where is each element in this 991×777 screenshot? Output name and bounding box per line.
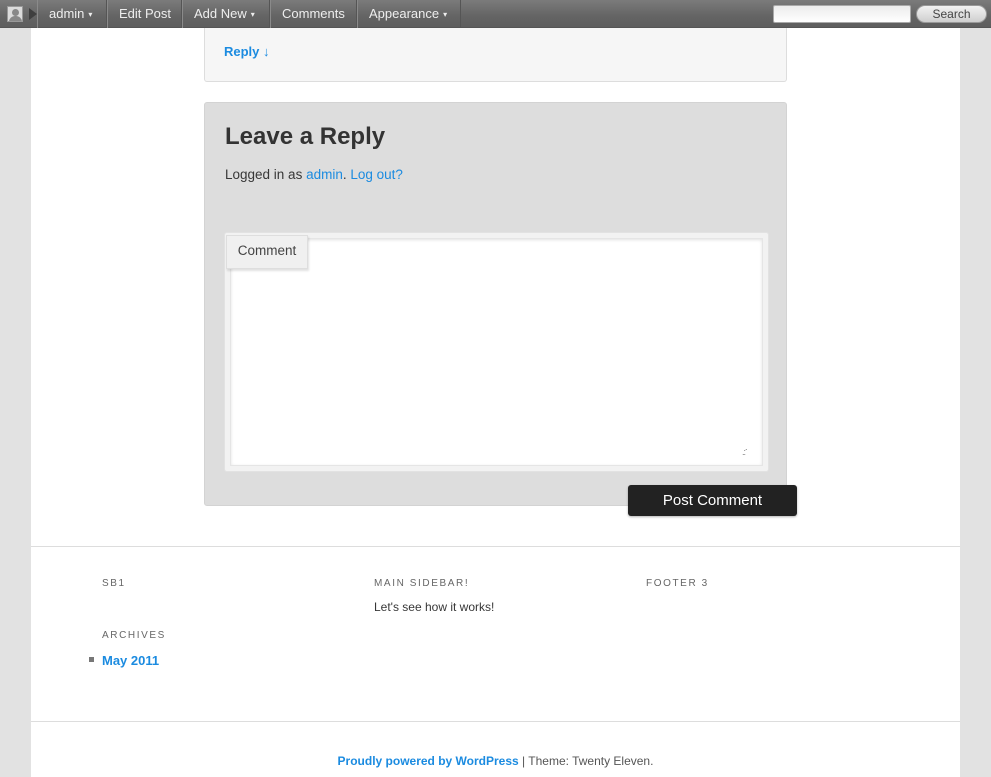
admin-user-link[interactable]: admin bbox=[306, 167, 343, 182]
chevron-down-icon: ▾ bbox=[443, 10, 448, 19]
resize-grip-icon[interactable]: ..: bbox=[742, 443, 752, 457]
powered-by-link[interactable]: Proudly powered by WordPress bbox=[338, 754, 519, 768]
reply-title: Leave a Reply bbox=[225, 123, 386, 150]
widget-title-archives: ARCHIVES bbox=[102, 630, 166, 641]
admin-bar-item-label: admin bbox=[49, 6, 85, 21]
user-avatar-icon bbox=[7, 6, 23, 22]
comment-field-wrapper: ..: Comment bbox=[224, 232, 769, 472]
widget-title-footer3: FOOTER 3 bbox=[646, 578, 709, 589]
footer-divider bbox=[31, 546, 960, 547]
admin-bar-item-label: Appearance bbox=[369, 6, 440, 21]
archive-link-may-2011[interactable]: May 2011 bbox=[102, 653, 159, 668]
widget-text-main-sidebar: Let's see how it works! bbox=[374, 600, 495, 614]
arrow-right-icon bbox=[29, 8, 37, 20]
comment-form: Leave a Reply Logged in as admin. Log ou… bbox=[204, 102, 787, 506]
search-button[interactable]: Search bbox=[916, 5, 987, 23]
admin-bar-item-appearance[interactable]: Appearance ▾ bbox=[357, 0, 461, 28]
admin-bar-item-edit-post[interactable]: Edit Post bbox=[107, 0, 182, 28]
page: Reply ↓ Leave a Reply Logged in as admin… bbox=[31, 28, 960, 777]
admin-bar-item-label: Comments bbox=[282, 6, 345, 21]
comment-textarea[interactable]: ..: bbox=[230, 238, 763, 466]
search-input[interactable] bbox=[773, 5, 911, 23]
logout-link[interactable]: Log out? bbox=[350, 167, 403, 182]
logged-in-dot: . bbox=[342, 167, 347, 182]
list-bullet-icon bbox=[89, 657, 94, 662]
post-comment-button[interactable]: Post Comment bbox=[628, 485, 797, 516]
comment-label: Comment bbox=[226, 235, 308, 269]
logged-in-text: Logged in as admin. Log out? bbox=[225, 167, 403, 182]
widget-title-sb1: SB1 bbox=[102, 578, 126, 589]
chevron-down-icon: ▾ bbox=[88, 10, 93, 19]
admin-bar-item-admin[interactable]: admin ▾ bbox=[37, 0, 107, 28]
admin-bar-item-label: Edit Post bbox=[119, 6, 172, 21]
site-info-divider bbox=[31, 721, 960, 722]
admin-bar: admin ▾ Edit Post Add New ▾ Comments Appea… bbox=[0, 0, 991, 28]
logged-in-prefix: Logged in as bbox=[225, 167, 307, 182]
admin-bar-item-add-new[interactable]: Add New ▾ bbox=[182, 0, 270, 28]
admin-bar-logo[interactable] bbox=[0, 0, 37, 28]
comment-reply-box: Reply ↓ bbox=[204, 28, 787, 82]
widget-title-main-sidebar: MAIN SIDEBAR! bbox=[374, 578, 470, 589]
chevron-down-icon: ▾ bbox=[250, 10, 255, 19]
admin-bar-item-comments[interactable]: Comments bbox=[270, 0, 357, 28]
separator: | bbox=[518, 754, 529, 768]
admin-bar-item-label: Add New bbox=[194, 6, 247, 21]
reply-link[interactable]: Reply ↓ bbox=[224, 44, 270, 59]
site-generator: Proudly powered by WordPress | Theme: Tw… bbox=[31, 754, 960, 768]
theme-text: Theme: Twenty Eleven. bbox=[528, 754, 654, 768]
